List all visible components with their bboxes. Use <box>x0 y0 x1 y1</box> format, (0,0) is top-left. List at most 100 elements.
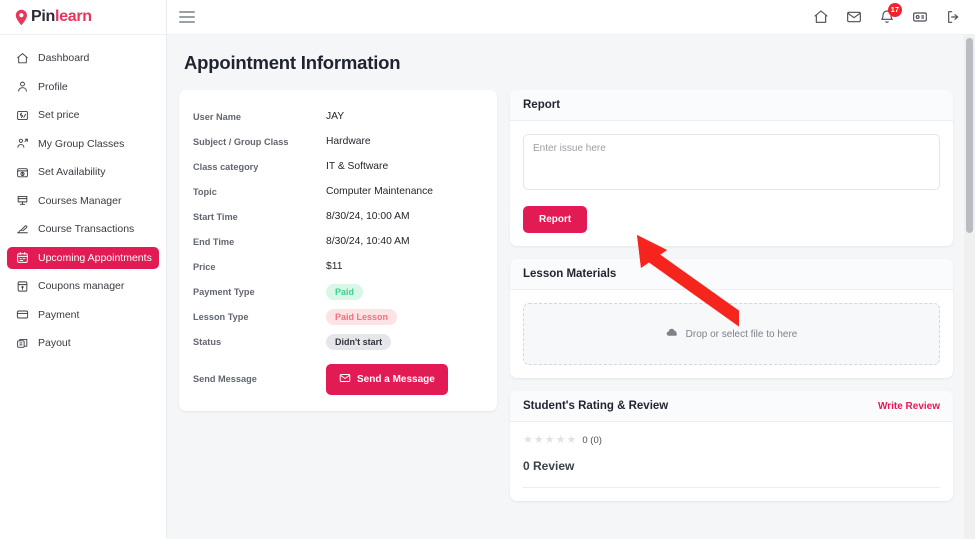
courses-icon <box>15 194 29 208</box>
rating-review-card: Student's Rating & Review Write Review ★… <box>510 391 953 501</box>
sidebar-item-label: Set price <box>38 109 80 121</box>
divider <box>523 487 940 488</box>
info-row-price: Price $11 <box>179 254 497 279</box>
sidebar-item-course-transactions[interactable]: Course Transactions <box>7 218 159 240</box>
sidebar-item-label: Upcoming Appointments <box>38 251 152 264</box>
rating-review-title: Student's Rating & Review <box>523 400 669 412</box>
info-value: Paid <box>326 283 364 300</box>
sidebar-item-my-group-classes[interactable]: My Group Classes <box>7 133 159 155</box>
id-card-icon[interactable] <box>911 9 928 26</box>
scrollbar-thumb[interactable] <box>966 38 973 233</box>
sidebar-item-courses-manager[interactable]: Courses Manager <box>7 190 159 212</box>
lesson-materials-card: Lesson Materials Drop or select file to … <box>510 259 953 378</box>
mail-icon[interactable] <box>845 9 862 26</box>
info-label: Topic <box>193 186 217 197</box>
topbar: 17 <box>167 0 975 35</box>
status-badge: Didn't start <box>326 333 392 350</box>
sidebar-item-label: Payment <box>38 308 80 321</box>
sidebar-item-dashboard[interactable]: Dashboard <box>7 47 159 69</box>
hamburger-icon[interactable] <box>179 11 195 23</box>
send-message-label: Send a Message <box>357 373 435 385</box>
info-row-end-time: End Time 8/30/24, 10:40 AM <box>179 229 497 254</box>
info-label: User Name <box>193 111 242 122</box>
star-rating[interactable]: ★ ★ ★ ★ ★ <box>523 435 576 446</box>
info-row-user-name: User Name JAY <box>179 104 497 129</box>
brand-name-second: learn <box>55 8 92 25</box>
logout-icon[interactable] <box>944 9 961 26</box>
transactions-icon <box>15 222 29 236</box>
sidebar-item-label: Payout <box>38 337 71 349</box>
info-value: Paid Lesson <box>326 308 398 325</box>
info-value: 8/30/24, 10:40 AM <box>326 236 410 247</box>
main-area: 17 Appointment Information User Name JAY… <box>167 0 975 539</box>
appointment-info-card: User Name JAY Subject / Group Class Hard… <box>179 90 497 411</box>
brand-logo[interactable]: Pinlearn <box>0 0 166 35</box>
hamburger-bar <box>179 21 195 23</box>
info-row-class-category: Class category IT & Software <box>179 154 497 179</box>
info-value: $11 <box>326 261 343 272</box>
sidebar-item-label: Profile <box>38 80 68 93</box>
payout-icon <box>15 336 29 350</box>
brand-name-first: Pin <box>31 8 55 25</box>
sidebar-item-profile[interactable]: Profile <box>7 76 159 98</box>
sidebar-item-payment[interactable]: Payment <box>7 304 159 326</box>
page-title: Appointment Information <box>184 52 401 73</box>
sidebar-item-set-availability[interactable]: Set Availability <box>7 161 159 183</box>
envelope-icon <box>339 372 351 387</box>
info-row-topic: Topic Computer Maintenance <box>179 179 497 204</box>
lesson-materials-body: Drop or select file to here <box>510 290 953 378</box>
calendar-clock-icon <box>15 165 29 179</box>
report-title: Report <box>523 99 561 111</box>
rating-review-header: Student's Rating & Review Write Review <box>510 391 953 422</box>
info-value: Computer Maintenance <box>326 186 434 197</box>
rating-review-body: ★ ★ ★ ★ ★ 0 (0) 0 Review <box>510 422 953 501</box>
write-review-link[interactable]: Write Review <box>878 401 940 412</box>
sidebar-item-label: Coupons manager <box>38 280 125 292</box>
info-row-lesson-type: Lesson Type Paid Lesson <box>179 304 497 329</box>
file-dropzone[interactable]: Drop or select file to here <box>523 303 940 365</box>
star-icon: ★ <box>523 434 533 446</box>
info-label: Price <box>193 261 216 272</box>
send-message-button[interactable]: Send a Message <box>326 363 448 395</box>
info-row-payment-type: Payment Type Paid <box>179 279 497 304</box>
sidebar-item-label: Courses Manager <box>38 194 122 207</box>
notification-badge: 17 <box>887 2 902 17</box>
report-button[interactable]: Report <box>523 206 588 233</box>
card-icon <box>15 308 29 322</box>
review-count: 0 Review <box>523 459 575 473</box>
info-row-status: Status Didn't start <box>179 329 497 354</box>
report-card-body: Report <box>510 121 953 246</box>
rating-line: ★ ★ ★ ★ ★ 0 (0) <box>523 435 940 447</box>
info-label: End Time <box>193 236 235 247</box>
bell-icon[interactable]: 17 <box>878 2 902 26</box>
lesson-type-badge: Paid Lesson <box>326 308 398 325</box>
info-label: Lesson Type <box>193 311 249 322</box>
payment-type-badge: Paid <box>326 283 364 300</box>
content-area: Appointment Information User Name JAY Su… <box>167 35 975 539</box>
sidebar-item-upcoming-appointments[interactable]: Upcoming Appointments <box>7 246 159 269</box>
price-tag-icon <box>15 108 29 122</box>
sidebar-nav: Dashboard Profile Set price My Group Cla… <box>0 35 166 361</box>
sidebar-item-payout[interactable]: Payout <box>7 332 159 354</box>
info-label: Class category <box>193 161 259 172</box>
group-class-icon <box>15 137 29 151</box>
info-label: Payment Type <box>193 286 255 297</box>
info-label: Start Time <box>193 211 238 222</box>
sidebar-item-set-price[interactable]: Set price <box>7 104 159 126</box>
sidebar-item-label: Dashboard <box>38 52 90 64</box>
sidebar-item-label: Set Availability <box>38 166 106 178</box>
info-row-subject: Subject / Group Class Hardware <box>179 129 497 154</box>
dropzone-label: Drop or select file to here <box>685 328 798 340</box>
lesson-materials-header: Lesson Materials <box>510 259 953 290</box>
calendar-icon <box>15 251 29 265</box>
info-value: JAY <box>326 111 345 122</box>
location-pin-icon <box>14 9 29 26</box>
report-card-header: Report <box>510 90 953 121</box>
sidebar-item-label: My Group Classes <box>38 137 125 150</box>
issue-input[interactable] <box>523 134 940 190</box>
sidebar-item-coupons-manager[interactable]: Coupons manager <box>7 275 159 297</box>
columns: User Name JAY Subject / Group Class Hard… <box>179 90 953 501</box>
info-value: 8/30/24, 10:00 AM <box>326 211 410 222</box>
sidebar: Pinlearn Dashboard Profile Set price My … <box>0 0 167 539</box>
home-icon[interactable] <box>812 9 829 26</box>
